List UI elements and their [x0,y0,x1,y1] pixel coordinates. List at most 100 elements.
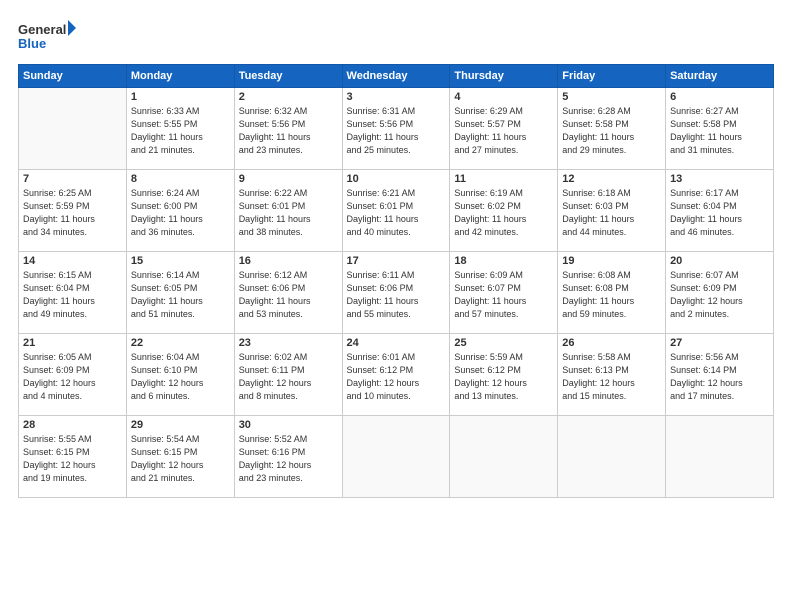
calendar-cell: 4 Sunrise: 6:29 AMSunset: 5:57 PMDaylight… [450,88,558,170]
day-info: Sunrise: 6:18 AMSunset: 6:03 PMDaylight:… [562,187,661,239]
day-info: Sunrise: 6:08 AMSunset: 6:08 PMDaylight:… [562,269,661,321]
day-number: 13 [670,173,769,185]
day-info: Sunrise: 6:28 AMSunset: 5:58 PMDaylight:… [562,105,661,157]
day-number: 5 [562,91,661,103]
day-number: 26 [562,337,661,349]
calendar-header-saturday: Saturday [666,65,774,88]
day-info: Sunrise: 6:01 AMSunset: 6:12 PMDaylight:… [347,351,446,403]
day-info: Sunrise: 6:31 AMSunset: 5:56 PMDaylight:… [347,105,446,157]
calendar-cell: 2Sunrise: 6:32 AMSunset: 5:56 PMDaylight… [234,88,342,170]
calendar-header-row: SundayMondayTuesdayWednesdayThursdayFrid… [19,65,774,88]
day-info: Sunrise: 6:05 AMSunset: 6:09 PMDaylight:… [23,351,122,403]
day-number: 24 [347,337,446,349]
day-info: Sunrise: 6:27 AMSunset: 5:58 PMDaylight:… [670,105,769,157]
day-info: Sunrise: 6:15 AMSunset: 6:04 PMDaylight:… [23,269,122,321]
calendar-cell: 19 Sunrise: 6:08 AMSunset: 6:08 PMDayligh… [558,252,666,334]
day-number: 1 [131,91,230,103]
day-number: 23 [239,337,338,349]
day-number: 21 [23,337,122,349]
svg-text:Blue: Blue [18,36,46,51]
calendar-cell: 25 Sunrise: 5:59 AMSunset: 6:12 PMDayligh… [450,334,558,416]
day-number: 17 [347,255,446,267]
day-number: 30 [239,419,338,431]
calendar-header-tuesday: Tuesday [234,65,342,88]
day-info: Sunrise: 5:52 AMSunset: 6:16 PMDaylight:… [239,433,338,485]
calendar-cell: 8 Sunrise: 6:24 AMSunset: 6:00 PMDaylight… [126,170,234,252]
day-info: Sunrise: 6:22 AMSunset: 6:01 PMDaylight:… [239,187,338,239]
header: GeneralBlue [18,18,774,54]
calendar-cell: 13 Sunrise: 6:17 AMSunset: 6:04 PMDayligh… [666,170,774,252]
day-info: Sunrise: 5:58 AMSunset: 6:13 PMDaylight:… [562,351,661,403]
day-number: 22 [131,337,230,349]
calendar-cell [19,88,127,170]
calendar-cell [450,416,558,498]
day-info: Sunrise: 6:12 AMSunset: 6:06 PMDaylight:… [239,269,338,321]
calendar-cell [666,416,774,498]
calendar-week-row: 14 Sunrise: 6:15 AMSunset: 6:04 PMDayligh… [19,252,774,334]
day-info: Sunrise: 6:25 AMSunset: 5:59 PMDaylight:… [23,187,122,239]
calendar-header-sunday: Sunday [19,65,127,88]
page: GeneralBlue SundayMondayTuesdayWednesday… [0,0,792,612]
day-number: 28 [23,419,122,431]
calendar-week-row: 21 Sunrise: 6:05 AMSunset: 6:09 PMDayligh… [19,334,774,416]
day-info: Sunrise: 5:56 AMSunset: 6:14 PMDaylight:… [670,351,769,403]
day-number: 20 [670,255,769,267]
day-number: 16 [239,255,338,267]
day-number: 7 [23,173,122,185]
day-info: Sunrise: 6:29 AMSunset: 5:57 PMDaylight:… [454,105,553,157]
calendar-cell: 21 Sunrise: 6:05 AMSunset: 6:09 PMDayligh… [19,334,127,416]
day-number: 4 [454,91,553,103]
day-number: 8 [131,173,230,185]
calendar-cell: 9 Sunrise: 6:22 AMSunset: 6:01 PMDaylight… [234,170,342,252]
calendar-cell: 5 Sunrise: 6:28 AMSunset: 5:58 PMDaylight… [558,88,666,170]
calendar-cell: 27Sunrise: 5:56 AMSunset: 6:14 PMDayligh… [666,334,774,416]
calendar-cell: 26 Sunrise: 5:58 AMSunset: 6:13 PMDayligh… [558,334,666,416]
calendar-cell: 3 Sunrise: 6:31 AMSunset: 5:56 PMDaylight… [342,88,450,170]
calendar-cell: 15 Sunrise: 6:14 AMSunset: 6:05 PMDayligh… [126,252,234,334]
day-number: 25 [454,337,553,349]
day-info: Sunrise: 6:24 AMSunset: 6:00 PMDaylight:… [131,187,230,239]
day-info: Sunrise: 5:59 AMSunset: 6:12 PMDaylight:… [454,351,553,403]
calendar-cell: 7 Sunrise: 6:25 AMSunset: 5:59 PMDaylight… [19,170,127,252]
calendar-cell [558,416,666,498]
day-number: 18 [454,255,553,267]
calendar-header-wednesday: Wednesday [342,65,450,88]
day-info: Sunrise: 6:07 AMSunset: 6:09 PMDaylight:… [670,269,769,321]
calendar-week-row: 7 Sunrise: 6:25 AMSunset: 5:59 PMDaylight… [19,170,774,252]
day-info: Sunrise: 5:54 AMSunset: 6:15 PMDaylight:… [131,433,230,485]
calendar-cell: 30 Sunrise: 5:52 AMSunset: 6:16 PMDayligh… [234,416,342,498]
day-info: Sunrise: 6:14 AMSunset: 6:05 PMDaylight:… [131,269,230,321]
calendar-cell: 23 Sunrise: 6:02 AMSunset: 6:11 PMDayligh… [234,334,342,416]
calendar-cell: 16 Sunrise: 6:12 AMSunset: 6:06 PMDayligh… [234,252,342,334]
day-number: 3 [347,91,446,103]
calendar-cell: 24 Sunrise: 6:01 AMSunset: 6:12 PMDayligh… [342,334,450,416]
day-info: Sunrise: 6:02 AMSunset: 6:11 PMDaylight:… [239,351,338,403]
calendar-header-friday: Friday [558,65,666,88]
day-number: 11 [454,173,553,185]
calendar-week-row: 28Sunrise: 5:55 AMSunset: 6:15 PMDayligh… [19,416,774,498]
calendar-cell: 18 Sunrise: 6:09 AMSunset: 6:07 PMDayligh… [450,252,558,334]
day-info: Sunrise: 6:09 AMSunset: 6:07 PMDaylight:… [454,269,553,321]
calendar-cell: 20 Sunrise: 6:07 AMSunset: 6:09 PMDayligh… [666,252,774,334]
day-number: 19 [562,255,661,267]
day-info: Sunrise: 6:04 AMSunset: 6:10 PMDaylight:… [131,351,230,403]
calendar-cell: 1Sunrise: 6:33 AMSunset: 5:55 PMDaylight… [126,88,234,170]
calendar-cell: 6 Sunrise: 6:27 AMSunset: 5:58 PMDaylight… [666,88,774,170]
day-number: 12 [562,173,661,185]
day-number: 14 [23,255,122,267]
day-info: Sunrise: 6:17 AMSunset: 6:04 PMDaylight:… [670,187,769,239]
calendar-table: SundayMondayTuesdayWednesdayThursdayFrid… [18,64,774,498]
day-number: 9 [239,173,338,185]
day-number: 15 [131,255,230,267]
day-info: Sunrise: 6:11 AMSunset: 6:06 PMDaylight:… [347,269,446,321]
day-info: Sunrise: 6:19 AMSunset: 6:02 PMDaylight:… [454,187,553,239]
calendar-cell: 22 Sunrise: 6:04 AMSunset: 6:10 PMDayligh… [126,334,234,416]
logo: GeneralBlue [18,18,78,54]
calendar-cell: 14 Sunrise: 6:15 AMSunset: 6:04 PMDayligh… [19,252,127,334]
calendar-week-row: 1Sunrise: 6:33 AMSunset: 5:55 PMDaylight… [19,88,774,170]
calendar-header-monday: Monday [126,65,234,88]
calendar-cell: 10Sunrise: 6:21 AMSunset: 6:01 PMDayligh… [342,170,450,252]
day-number: 6 [670,91,769,103]
calendar-header-thursday: Thursday [450,65,558,88]
day-number: 2 [239,91,338,103]
